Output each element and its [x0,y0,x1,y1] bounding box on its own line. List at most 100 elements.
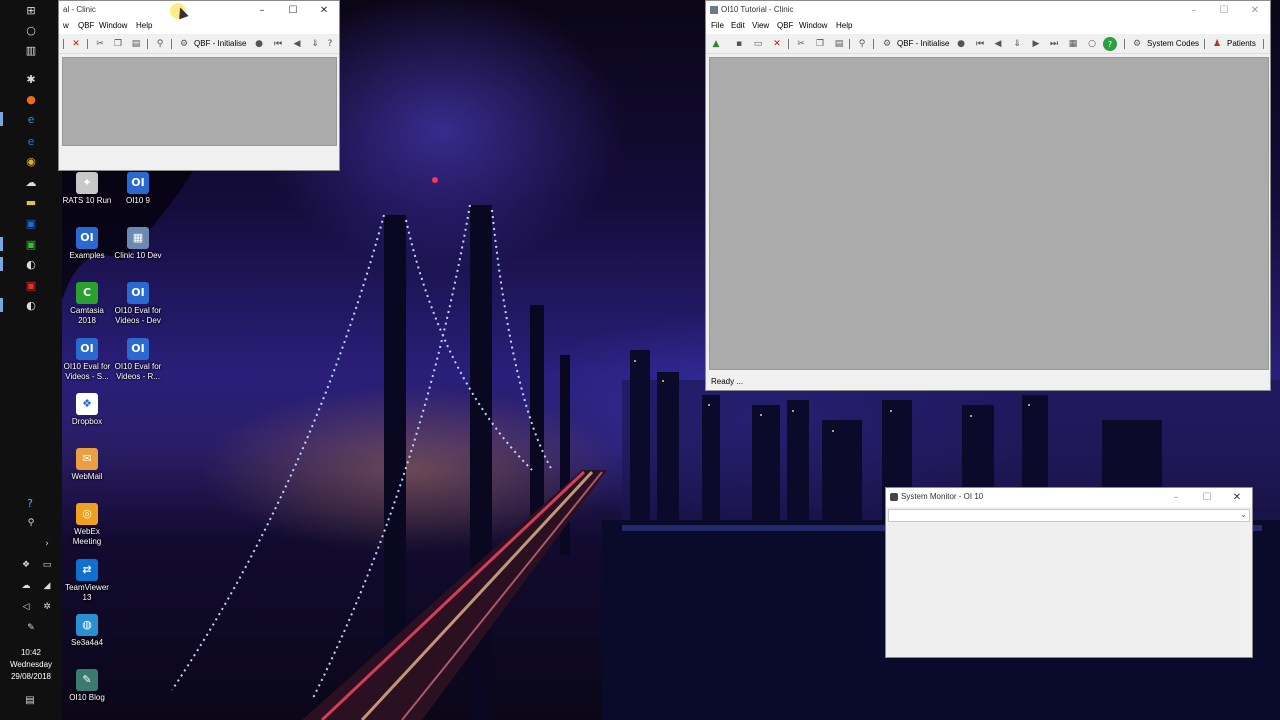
desktop-icon[interactable]: OI OI10 Eval for Videos - R... [113,338,163,382]
close-record-icon[interactable]: ✕ [770,37,784,51]
close-record-icon[interactable]: ✕ [69,37,83,51]
close-button[interactable]: ✕ [1240,3,1270,18]
query-icon[interactable]: ⚲ [855,37,869,51]
minimize-button[interactable]: – [1161,490,1191,505]
grid-icon[interactable]: ▦ [1066,37,1080,51]
desktop-icon[interactable]: OI Examples [62,227,112,261]
cut-icon[interactable]: ✂ [93,37,107,51]
people-icon[interactable]: ⚲ [24,516,38,530]
dropbox-tray-icon[interactable]: ❖ [19,558,33,572]
edge-icon[interactable]: e [22,112,40,126]
copy-icon[interactable]: ❐ [813,37,827,51]
onedrive-icon[interactable]: ☁ [19,579,33,593]
desktop-icon[interactable]: OI OI10 Eval for Videos - S... [62,338,112,382]
previous-record-icon[interactable]: ◀ [991,37,1005,51]
monitor-output-area[interactable] [888,524,1250,656]
desktop-icon[interactable]: C Camtasia 2018 [62,282,112,326]
open-icon[interactable]: ▲ [709,37,723,51]
mdi-client-area[interactable] [709,57,1269,370]
last-record-icon[interactable]: ⏭ [1047,37,1061,51]
menu-edit[interactable]: Edit [731,21,745,30]
clock-date[interactable]: 29/08/2018 [0,671,62,683]
title-bar[interactable]: al - Clinic – ☐ ✕ [59,1,339,20]
task-view-icon[interactable]: ▥ [22,43,40,57]
title-bar[interactable]: System Monitor - OI 10 – ☐ ✕ [886,488,1252,507]
system-codes-button[interactable]: System Codes [1147,39,1199,48]
copy-icon[interactable]: ❐ [111,37,125,51]
windows-logo-icon[interactable]: ⊞ [22,3,40,17]
chevron-down-icon[interactable]: ⌄ [1240,510,1247,519]
down-arrows-icon[interactable]: ⇓ [308,37,322,51]
vertical-scrollbar[interactable] [1242,524,1250,656]
menu-window[interactable]: Window [99,21,127,30]
help-icon[interactable]: ? [23,496,37,510]
outlook-icon[interactable]: ▣ [22,216,40,230]
file-explorer-icon[interactable]: ▬ [22,195,40,209]
desktop-icon[interactable]: ✉ WebMail [62,448,112,482]
patients-button[interactable]: Patients [1227,39,1256,48]
menu-window[interactable]: Window [799,21,827,30]
cortana-circle-icon[interactable]: ○ [22,23,40,37]
chrome-icon[interactable]: ◉ [22,154,40,168]
menu-help[interactable]: Help [836,21,852,30]
oi-app-icon[interactable]: ◐ [22,257,40,271]
desktop-icon[interactable]: ⇄ TeamViewer 13 [62,559,112,603]
down-arrows-icon[interactable]: ⇓ [1010,37,1024,51]
chevron-right-icon[interactable]: › [40,537,54,551]
cloud-app-icon[interactable]: ☁ [22,175,40,189]
clinic-window-left[interactable]: al - Clinic – ☐ ✕ w QBF Window Help ✕ ✂ … [58,0,340,171]
desktop-icon[interactable]: ◎ WebEx Meeting [62,503,112,547]
desktop-icon[interactable]: ◍ Se3a4a4 [62,614,112,648]
qbf-icon[interactable]: ⚙ [177,37,191,51]
qbf-initialise-label[interactable]: QBF - Initialise [897,39,949,48]
notification-icon[interactable]: ▤ [23,693,37,707]
desktop-icon[interactable]: ✎ OI10 Blog [62,669,112,703]
desktop-icon[interactable]: ▦ Clinic 10 Dev [113,227,163,261]
help-circle-icon[interactable]: ? [323,37,337,51]
mdi-client-area[interactable] [62,57,337,146]
monitor-dropdown[interactable]: ⌄ [888,509,1250,522]
system-monitor-window[interactable]: System Monitor - OI 10 – ☐ ✕ ⌄ [885,487,1253,658]
record-icon[interactable]: ● [954,37,968,51]
previous-record-icon[interactable]: ◀ [290,37,304,51]
firefox-icon[interactable]: ● [22,92,40,106]
qbf-icon[interactable]: ⚙ [880,37,894,51]
close-button[interactable]: ✕ [309,3,339,18]
oi-app-icon-2[interactable]: ◐ [22,298,40,312]
camtasia-icon[interactable]: ▣ [22,237,40,251]
new-icon[interactable]: ▭ [751,37,765,51]
app-icon[interactable]: ✱ [22,72,40,86]
record-icon[interactable]: ● [252,37,266,51]
menu-view[interactable]: View [752,21,769,30]
clock-day[interactable]: Wednesday [0,659,62,671]
battery-icon[interactable]: ▭ [40,558,54,572]
pen-icon[interactable]: ✎ [24,621,38,635]
network-icon[interactable]: ◢ [40,579,54,593]
menu-qbf[interactable]: QBF [777,21,793,30]
query-icon[interactable]: ⚲ [153,37,167,51]
close-button[interactable]: ✕ [1222,490,1252,505]
system-codes-icon[interactable]: ⚙ [1130,37,1144,51]
first-record-icon[interactable]: ⏮ [271,37,285,51]
menu-file[interactable]: File [711,21,724,30]
qbf-initialise-label[interactable]: QBF - Initialise [194,39,246,48]
patients-icon[interactable]: ♟ [1210,37,1224,51]
minimize-button[interactable]: – [247,3,277,18]
menu-window-partial[interactable]: w [63,21,69,30]
paste-icon[interactable]: ▤ [129,37,143,51]
maximize-button[interactable]: ☐ [1209,3,1239,18]
oi10-tutorial-window[interactable]: OI10 Tutorial - Clinic – ☐ ✕ File Edit V… [705,0,1271,391]
maximize-button[interactable]: ☐ [1192,490,1222,505]
desktop-icon[interactable]: ✦ RATS 10 Run [62,172,112,206]
title-bar[interactable]: OI10 Tutorial - Clinic – ☐ ✕ [706,1,1270,20]
next-record-icon[interactable]: ▶ [1029,37,1043,51]
settings-icon[interactable]: ✲ [40,600,54,614]
help-circle-icon[interactable]: ? [1103,37,1117,51]
desktop-icon[interactable]: OI OI10 Eval for Videos - Dev [113,282,163,326]
desktop-icon[interactable]: OI OI10 9 [113,172,163,206]
paste-icon[interactable]: ▤ [832,37,846,51]
menu-help[interactable]: Help [136,21,152,30]
cut-icon[interactable]: ✂ [794,37,808,51]
minimize-button[interactable]: – [1179,3,1209,18]
ie-icon[interactable]: e [22,134,40,148]
